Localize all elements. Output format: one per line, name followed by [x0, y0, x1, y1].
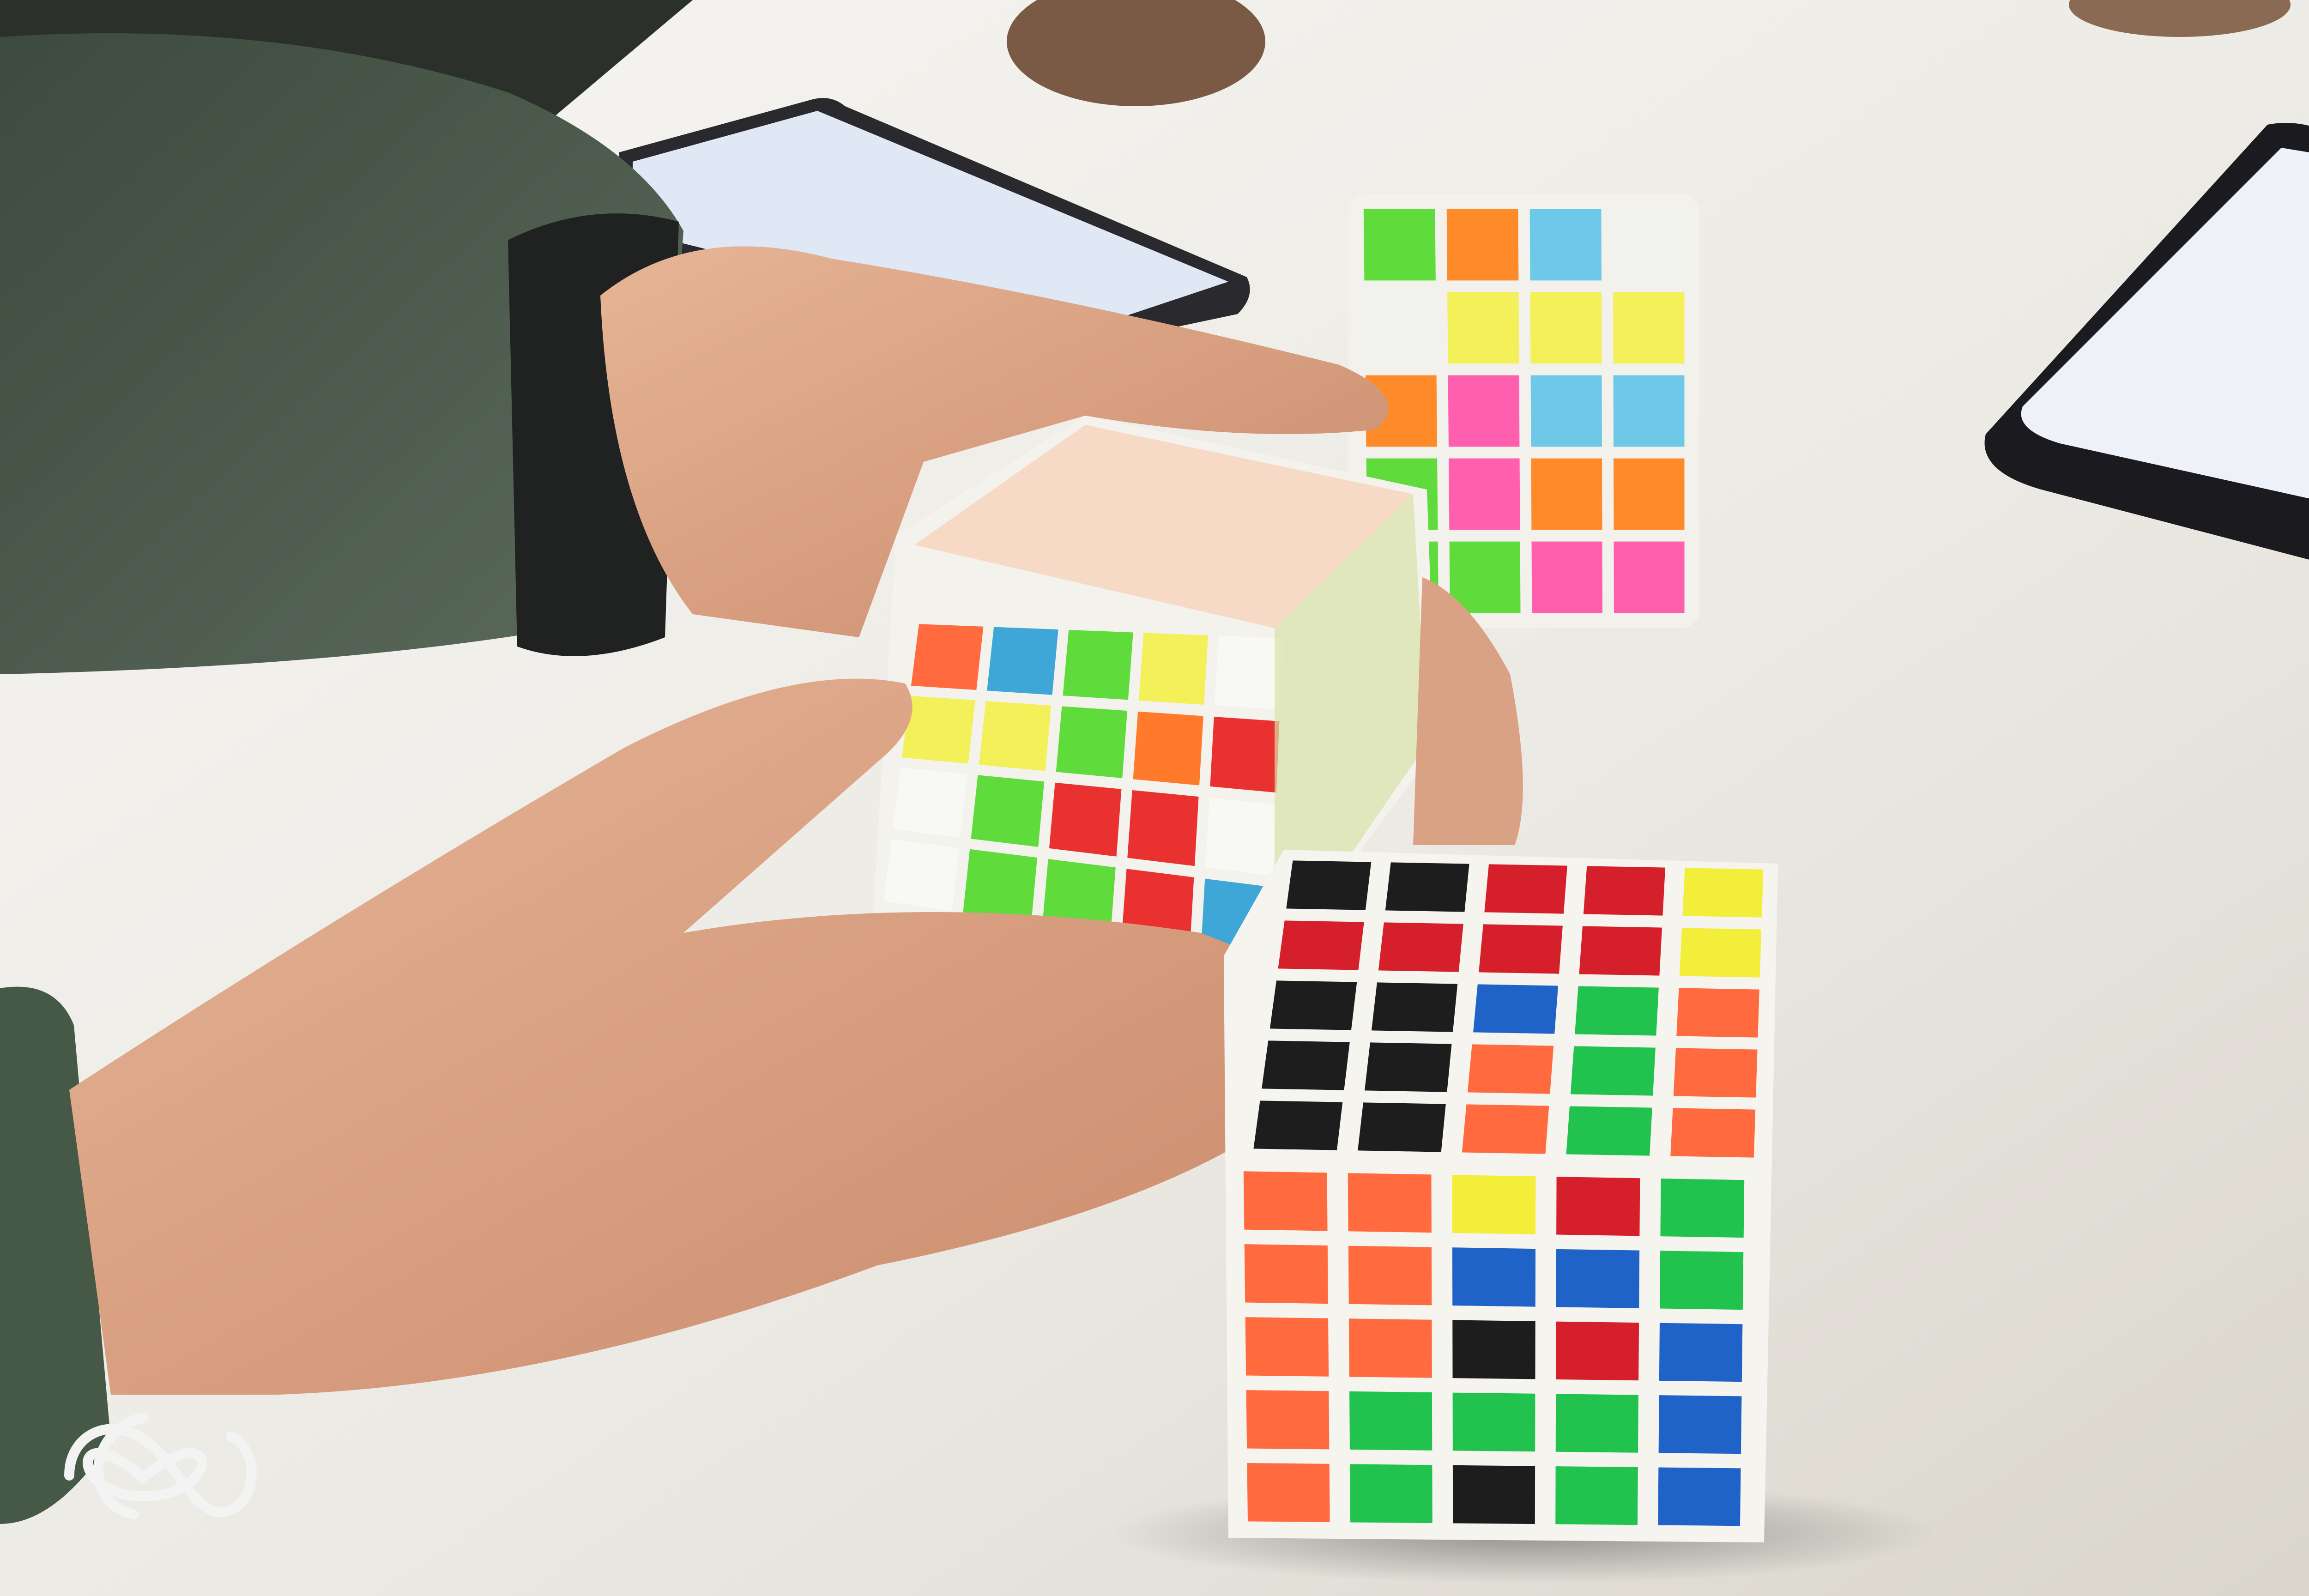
cube-sticker	[1575, 986, 1659, 1036]
cube-sticker	[1452, 1175, 1536, 1234]
cube-sticker	[1127, 790, 1199, 866]
cube-sticker	[1452, 1320, 1535, 1379]
cube-sticker	[1579, 926, 1662, 976]
cube-sticker	[1556, 1321, 1639, 1381]
cube-sticker	[1484, 864, 1567, 914]
cube-sticker	[1286, 860, 1372, 910]
cube-sticker	[1658, 1467, 1741, 1526]
cube-sticker	[1348, 1173, 1432, 1233]
cube-sticker	[902, 695, 975, 764]
cube-sticker	[1049, 782, 1122, 857]
cube-sticker	[1614, 541, 1685, 613]
cube-sticker	[1583, 866, 1666, 916]
cube-sticker	[963, 849, 1038, 923]
cube-sticker	[1358, 1102, 1446, 1152]
cube-sticker	[893, 767, 967, 838]
cube-sticker	[1063, 629, 1133, 700]
cube-sticker	[1349, 1391, 1433, 1451]
cube-sticker	[1246, 1390, 1330, 1450]
cube-sticker	[1613, 292, 1685, 364]
cube-sticker	[1253, 1100, 1343, 1150]
cube-sticker	[1449, 541, 1521, 613]
cube-sticker	[1670, 1108, 1756, 1158]
cube-sticker	[1269, 980, 1357, 1030]
cube-sticker	[1531, 458, 1602, 530]
cube-sticker	[1660, 1179, 1745, 1238]
cube-sticker	[1365, 1042, 1452, 1092]
cube-sticker	[1247, 1463, 1330, 1523]
cube-sticker	[1348, 1318, 1432, 1378]
cube-sticker	[979, 701, 1052, 771]
cube-sticker	[1448, 375, 1520, 447]
cube-sticker	[911, 624, 984, 690]
cube-sticker	[1363, 209, 1436, 281]
cube-sticker	[1350, 1464, 1433, 1523]
cube-sticker	[1243, 1171, 1328, 1231]
cube-sticker	[1530, 375, 1602, 447]
cube-sticker	[883, 839, 959, 912]
cube-sticker	[1210, 717, 1280, 793]
cube-sticker	[971, 775, 1045, 847]
cube-sticker	[1555, 1466, 1638, 1525]
cube-sticker	[1385, 862, 1469, 912]
cube-sticker	[1215, 635, 1283, 710]
cube-sticker	[1278, 920, 1364, 970]
cube-sticker	[1556, 1249, 1640, 1308]
cube-sticker	[1449, 458, 1520, 530]
cube-sticker	[1570, 1046, 1656, 1096]
cube-sticker	[1676, 988, 1759, 1038]
cube-sticker	[1452, 1392, 1535, 1452]
cube-sticker	[1613, 209, 1685, 281]
cube-sticker	[1245, 1317, 1329, 1377]
cube-sticker	[1658, 1395, 1742, 1454]
cube-sticker	[1614, 458, 1685, 530]
cube-sticker	[1673, 1048, 1758, 1098]
cube-sticker	[1556, 1177, 1640, 1236]
cube-sticker	[1660, 1251, 1744, 1310]
cube-sticker	[1462, 1104, 1549, 1154]
cube-sticker	[1530, 292, 1602, 364]
cube-sticker	[1378, 922, 1463, 972]
cube-sticker	[1613, 375, 1685, 447]
cube-sticker	[1452, 1247, 1536, 1307]
cube-sticker	[1138, 633, 1208, 705]
cube-sticker	[1364, 292, 1437, 364]
cube-sticker	[1205, 798, 1276, 876]
cube-sticker	[1348, 1245, 1432, 1306]
cube-sticker	[1446, 209, 1519, 281]
cube-sticker	[1659, 1323, 1743, 1382]
cube-sticker	[1679, 928, 1762, 978]
cube-sticker	[1262, 1040, 1350, 1090]
cube-sticker	[1447, 292, 1519, 364]
cube-sticker	[1244, 1244, 1328, 1304]
cube-sticker	[987, 627, 1058, 695]
cube-sticker	[1056, 706, 1128, 779]
cube-sticker	[1529, 209, 1602, 281]
cube-sticker	[1133, 711, 1203, 786]
cube-sticker	[1473, 984, 1559, 1034]
cube-sticker	[1682, 868, 1764, 918]
cube-sticker	[1531, 541, 1603, 613]
cube-sticker	[1479, 924, 1563, 974]
cube-sticker	[1555, 1394, 1638, 1453]
photo-scene	[0, 0, 2309, 1596]
cube-sticker	[1452, 1465, 1535, 1524]
cube-sticker	[1467, 1044, 1554, 1094]
front-cube	[1224, 850, 1778, 1542]
cube-sticker	[1566, 1106, 1652, 1156]
cube-sticker	[1371, 982, 1458, 1032]
